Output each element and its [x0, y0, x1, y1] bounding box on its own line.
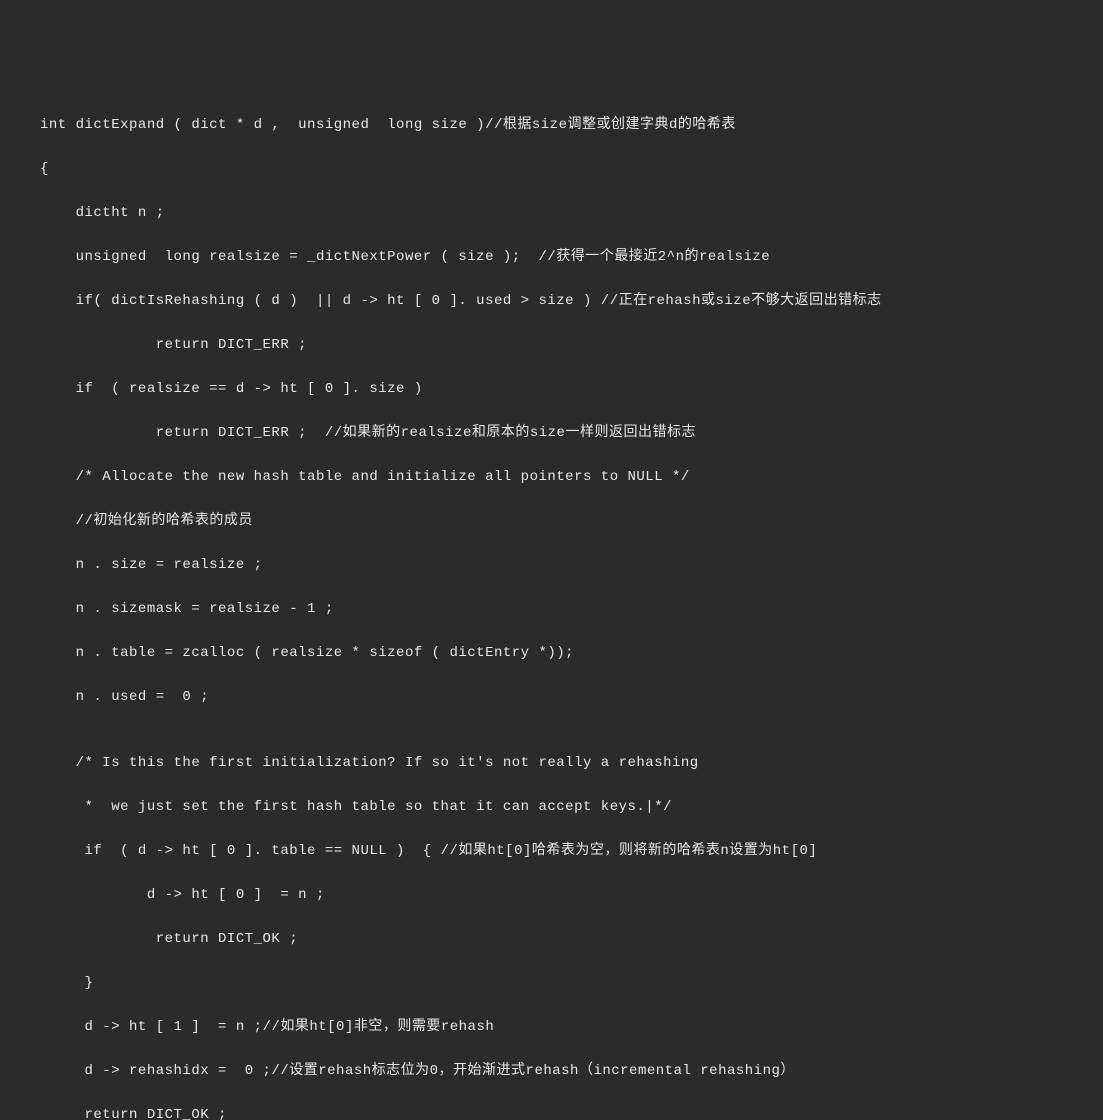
- code-line: /* Allocate the new hash table and initi…: [0, 466, 1103, 488]
- code-line: d -> rehashidx = 0 ;//设置rehash标志位为0，开始渐进…: [0, 1060, 1103, 1082]
- code-line: if ( realsize == d -> ht [ 0 ]. size ): [0, 378, 1103, 400]
- code-line: n . table = zcalloc ( realsize * sizeof …: [0, 642, 1103, 664]
- code-line: d -> ht [ 0 ] = n ;: [0, 884, 1103, 906]
- code-line: n . size = realsize ;: [0, 554, 1103, 576]
- code-line: {: [0, 158, 1103, 180]
- code-line: if ( d -> ht [ 0 ]. table == NULL ) { //…: [0, 840, 1103, 862]
- code-line: return DICT_OK ;: [0, 1104, 1103, 1120]
- code-line: }: [0, 972, 1103, 994]
- code-line: int dictExpand ( dict * d , unsigned lon…: [0, 114, 1103, 136]
- code-line: n . sizemask = realsize - 1 ;: [0, 598, 1103, 620]
- code-line: /* Is this the first initialization? If …: [0, 752, 1103, 774]
- code-line: //初始化新的哈希表的成员: [0, 510, 1103, 532]
- code-line: unsigned long realsize = _dictNextPower …: [0, 246, 1103, 268]
- code-line: * we just set the first hash table so th…: [0, 796, 1103, 818]
- code-line: d -> ht [ 1 ] = n ;//如果ht[0]非空，则需要rehash: [0, 1016, 1103, 1038]
- code-line: n . used = 0 ;: [0, 686, 1103, 708]
- code-line: dictht n ;: [0, 202, 1103, 224]
- code-line: if( dictIsRehashing ( d ) || d -> ht [ 0…: [0, 290, 1103, 312]
- code-line: return DICT_ERR ; //如果新的realsize和原本的size…: [0, 422, 1103, 444]
- code-line: return DICT_ERR ;: [0, 334, 1103, 356]
- code-line: return DICT_OK ;: [0, 928, 1103, 950]
- code-block: int dictExpand ( dict * d , unsigned lon…: [0, 92, 1103, 1120]
